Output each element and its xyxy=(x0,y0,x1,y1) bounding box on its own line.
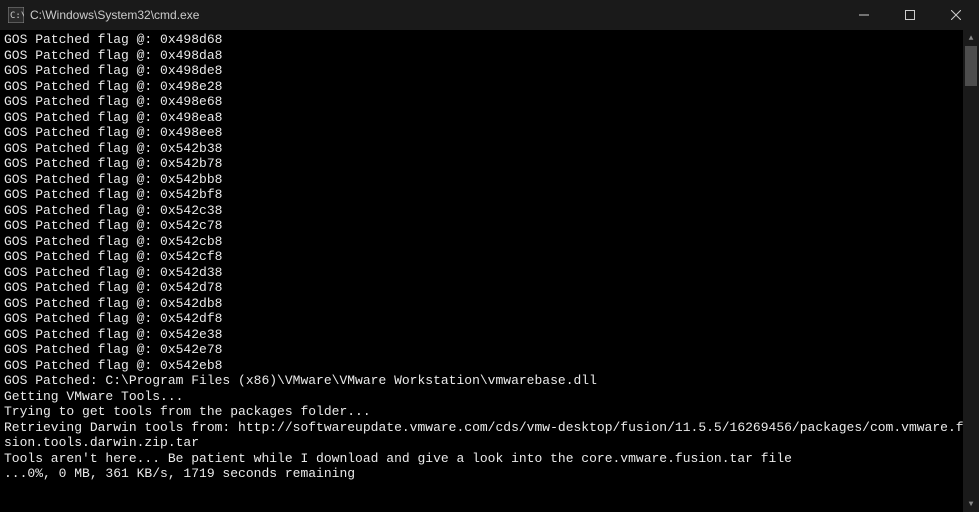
terminal-line: GOS Patched flag @: 0x542e38 xyxy=(4,327,975,343)
terminal-line: GOS Patched flag @: 0x542b78 xyxy=(4,156,975,172)
terminal-line: GOS Patched flag @: 0x498d68 xyxy=(4,32,975,48)
terminal-line: Tools aren't here... Be patient while I … xyxy=(4,451,975,467)
terminal-line: GOS Patched flag @: 0x542d78 xyxy=(4,280,975,296)
terminal-line: GOS Patched flag @: 0x542d38 xyxy=(4,265,975,281)
terminal-line: GOS Patched flag @: 0x542bb8 xyxy=(4,172,975,188)
terminal-line: GOS Patched flag @: 0x542eb8 xyxy=(4,358,975,374)
terminal-line: GOS Patched flag @: 0x498da8 xyxy=(4,48,975,64)
terminal-output[interactable]: GOS Patched flag @: 0x498d68GOS Patched … xyxy=(0,30,979,512)
svg-text:C:\: C:\ xyxy=(10,11,24,21)
cmd-icon: C:\ xyxy=(8,7,24,23)
terminal-line: GOS Patched flag @: 0x542cf8 xyxy=(4,249,975,265)
terminal-line: GOS Patched flag @: 0x542df8 xyxy=(4,311,975,327)
terminal-line: Getting VMware Tools... xyxy=(4,389,975,405)
terminal-line: GOS Patched flag @: 0x498e68 xyxy=(4,94,975,110)
titlebar[interactable]: C:\ C:\Windows\System32\cmd.exe xyxy=(0,0,979,30)
terminal-line: GOS Patched flag @: 0x498ee8 xyxy=(4,125,975,141)
terminal-line: GOS Patched: C:\Program Files (x86)\VMwa… xyxy=(4,373,975,389)
minimize-button[interactable] xyxy=(841,0,887,30)
terminal-line: GOS Patched flag @: 0x542e78 xyxy=(4,342,975,358)
terminal-line: GOS Patched flag @: 0x542db8 xyxy=(4,296,975,312)
terminal-line: GOS Patched flag @: 0x498de8 xyxy=(4,63,975,79)
terminal-line: GOS Patched flag @: 0x542b38 xyxy=(4,141,975,157)
terminal-line: GOS Patched flag @: 0x542bf8 xyxy=(4,187,975,203)
terminal-line: ...0%, 0 MB, 361 KB/s, 1719 seconds rema… xyxy=(4,466,975,482)
terminal-line: GOS Patched flag @: 0x542cb8 xyxy=(4,234,975,250)
terminal-line: GOS Patched flag @: 0x498ea8 xyxy=(4,110,975,126)
maximize-button[interactable] xyxy=(887,0,933,30)
scroll-up-arrow[interactable]: ▲ xyxy=(963,30,979,46)
scroll-down-arrow[interactable]: ▼ xyxy=(963,496,979,512)
terminal-line: Trying to get tools from the packages fo… xyxy=(4,404,975,420)
scrollbar-track[interactable]: ▲ ▼ xyxy=(963,30,979,512)
close-button[interactable] xyxy=(933,0,979,30)
scrollbar-thumb[interactable] xyxy=(965,46,977,86)
terminal-line: GOS Patched flag @: 0x542c78 xyxy=(4,218,975,234)
terminal-line: GOS Patched flag @: 0x542c38 xyxy=(4,203,975,219)
terminal-line: Retrieving Darwin tools from: http://sof… xyxy=(4,420,975,451)
terminal-line: GOS Patched flag @: 0x498e28 xyxy=(4,79,975,95)
window-controls xyxy=(841,0,979,30)
window-title: C:\Windows\System32\cmd.exe xyxy=(30,8,841,22)
